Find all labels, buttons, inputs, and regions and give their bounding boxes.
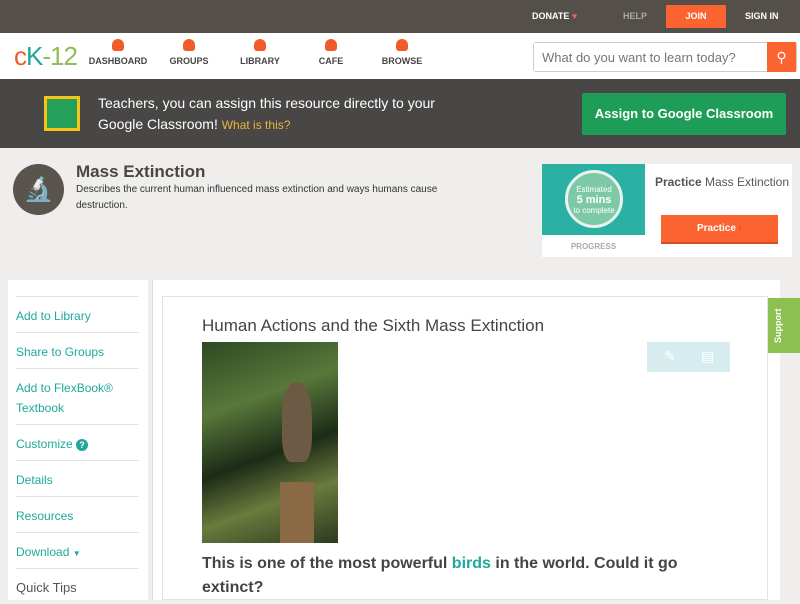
- cafe-icon: [325, 39, 337, 51]
- chevron-right-icon: ›: [738, 223, 743, 234]
- help-link[interactable]: HELP: [623, 11, 647, 21]
- page-title: Mass Extinction: [76, 162, 206, 181]
- progress-label: PROGRESS: [570, 242, 617, 251]
- sidebar-download[interactable]: Download ▼: [16, 532, 139, 568]
- article-title: Human Actions and the Sixth Mass Extinct…: [202, 316, 545, 335]
- search-button[interactable]: ⚲: [767, 42, 796, 72]
- birds-link[interactable]: birds: [452, 555, 491, 572]
- estimate-badge: Estimated 5 mins to complete: [565, 170, 623, 228]
- sidebar-share-to-groups[interactable]: Share to Groups: [16, 332, 139, 368]
- browse-icon: [396, 39, 408, 51]
- google-classroom-icon: [44, 96, 80, 131]
- what-is-this-link[interactable]: What is this?: [222, 118, 291, 132]
- search-icon: ⚲: [776, 49, 787, 65]
- search-box: ⚲: [533, 42, 797, 72]
- page-description: Describes the current human influenced m…: [76, 184, 438, 211]
- sidebar-details[interactable]: Details: [16, 460, 139, 496]
- sidebar-resources[interactable]: Resources: [16, 496, 139, 532]
- donate-link[interactable]: DONATE ♥: [532, 11, 577, 21]
- practice-button[interactable]: Practice ›: [661, 215, 778, 244]
- top-bar: DONATE ♥ HELP JOIN SIGN IN: [0, 0, 800, 33]
- sidebar-add-to-flexbook[interactable]: Add to FlexBook® Textbook: [16, 368, 139, 424]
- practice-card: Estimated 5 mins to complete PROGRESS Prac…: [542, 164, 792, 257]
- classroom-banner: Teachers, you can assign this resource d…: [0, 79, 800, 148]
- search-input[interactable]: [534, 43, 764, 71]
- heart-icon: ♥: [571, 11, 578, 21]
- caret-down-icon: ▼: [72, 549, 81, 558]
- practice-title: Practice Mass Extinction: [654, 175, 790, 189]
- sidebar-add-to-library[interactable]: Add to Library: [16, 296, 139, 332]
- sidebar-customize[interactable]: Customize ?: [16, 424, 139, 460]
- groups-icon: [183, 39, 195, 51]
- nav-cafe[interactable]: CAFE: [296, 39, 366, 66]
- sidebar: Add to Library Share to Groups Add to Fl…: [8, 280, 148, 600]
- practice-image: Estimated 5 mins to complete: [542, 164, 645, 235]
- lead-text: This is one of the most powerful birds i…: [202, 555, 678, 596]
- notes-icon[interactable]: ▤: [701, 348, 714, 365]
- ck12-logo[interactable]: cK-12: [14, 41, 78, 72]
- microscope-icon: 🔬: [13, 164, 64, 215]
- eagle-photo: [202, 342, 338, 543]
- library-icon: [254, 39, 266, 51]
- help-icon[interactable]: ?: [76, 439, 89, 451]
- main-nav: cK-12 DASHBOARD GROUPS LIBRARY CAFE BROW…: [0, 33, 800, 79]
- sign-in-link[interactable]: SIGN IN: [745, 11, 779, 21]
- assign-classroom-button[interactable]: Assign to Google Classroom: [582, 93, 786, 135]
- nav-browse[interactable]: BROWSE: [367, 39, 437, 66]
- nav-dashboard[interactable]: DASHBOARD: [83, 39, 153, 66]
- quick-tips[interactable]: Quick Tips: [16, 568, 139, 604]
- content-tools: ✎ ▤: [647, 342, 730, 372]
- pencil-icon[interactable]: ✎: [664, 348, 676, 365]
- join-button[interactable]: JOIN: [666, 5, 726, 28]
- support-tab[interactable]: Support: [768, 298, 800, 353]
- nav-groups[interactable]: GROUPS: [154, 39, 224, 66]
- dashboard-icon: [112, 39, 124, 51]
- nav-library[interactable]: LIBRARY: [225, 39, 295, 66]
